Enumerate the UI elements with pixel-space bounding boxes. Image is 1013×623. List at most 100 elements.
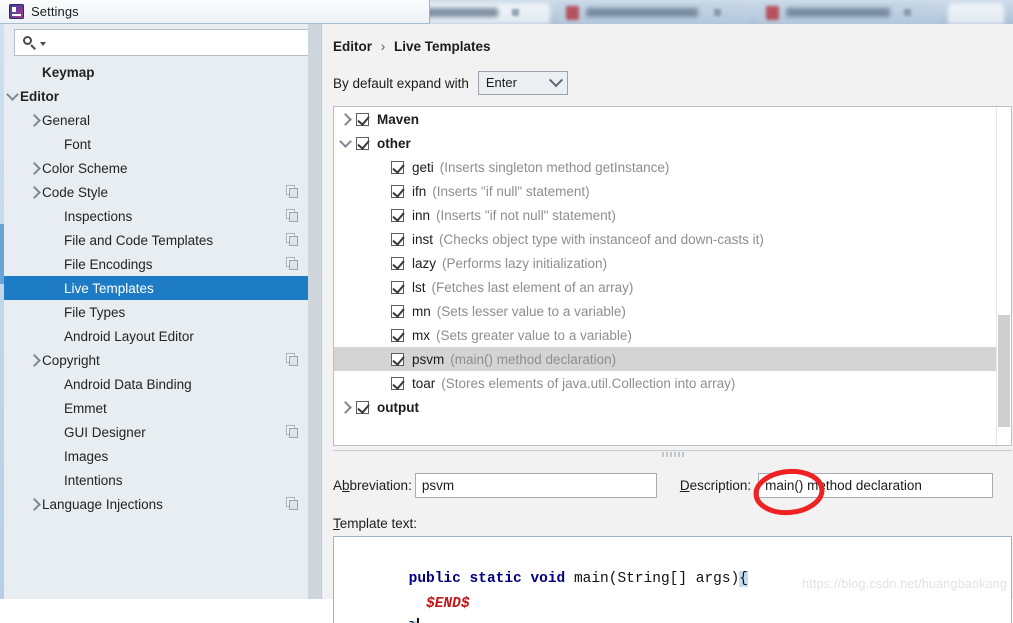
template-row-toar[interactable]: toar (Stores elements of java.util.Collec…: [334, 371, 1011, 395]
search-box[interactable]: [14, 29, 314, 56]
code-keywords: public static void: [408, 571, 574, 587]
template-checkbox[interactable]: [391, 256, 404, 270]
template-checkbox[interactable]: [356, 400, 369, 414]
sidebar-item-label: File Types: [64, 304, 126, 320]
sidebar-expander-placeholder: [48, 132, 64, 156]
template-row-lst[interactable]: lst (Fetches last element of an array): [334, 275, 1011, 299]
template-row-geti[interactable]: geti (Inserts singleton method getInstanc…: [334, 155, 1011, 179]
sidebar-item-label: Live Templates: [64, 280, 154, 296]
sidebar-item-color-scheme[interactable]: Color Scheme: [4, 156, 309, 180]
code-line: public static void main(String[] args){: [339, 542, 1011, 587]
copy-to-project-icon[interactable]: [286, 425, 299, 438]
template-abbreviation: mn: [412, 303, 431, 319]
template-checkbox[interactable]: [391, 208, 404, 222]
template-abbreviation: psvm: [412, 351, 445, 367]
template-checkbox[interactable]: [391, 304, 404, 318]
sidebar-item-android-layout-editor[interactable]: Android Layout Editor: [4, 324, 309, 348]
template-row-inst[interactable]: inst (Checks object type with instanceof …: [334, 227, 1011, 251]
settings-category-tree[interactable]: Keymap Editor General Font Color Scheme Code …: [4, 60, 309, 599]
sidebar-item-emmet[interactable]: Emmet: [4, 396, 309, 420]
template-group-expander[interactable]: [334, 135, 356, 148]
browser-tab-close-icon[interactable]: [714, 9, 721, 16]
sidebar-item-inspections[interactable]: Inspections: [4, 204, 309, 228]
scrollbar-thumb[interactable]: [998, 315, 1010, 427]
sidebar-expander[interactable]: [26, 108, 42, 132]
live-templates-tree[interactable]: Maven other geti (Inserts singleton method …: [334, 107, 1011, 419]
sidebar-item-keymap[interactable]: Keymap: [4, 60, 309, 84]
sidebar-expander[interactable]: [26, 492, 42, 516]
sidebar-scrollbar[interactable]: [308, 24, 321, 599]
browser-new-tab-button[interactable]: [948, 3, 1004, 24]
sidebar-item-gui-designer[interactable]: GUI Designer: [4, 420, 309, 444]
sidebar-expander[interactable]: [26, 180, 42, 204]
live-templates-tree-panel[interactable]: Maven other geti (Inserts singleton method …: [333, 106, 1012, 446]
chevron-down-icon: [548, 73, 563, 88]
browser-tab-close-icon[interactable]: [904, 9, 911, 16]
sidebar-item-font[interactable]: Font: [4, 132, 309, 156]
template-checkbox[interactable]: [356, 136, 369, 150]
sidebar-item-general[interactable]: General: [4, 108, 309, 132]
template-row-psvm[interactable]: psvm (main() method declaration): [334, 347, 1011, 371]
sidebar-expander-placeholder: [48, 300, 64, 324]
sidebar-item-code-style[interactable]: Code Style: [4, 180, 309, 204]
template-checkbox[interactable]: [391, 160, 404, 174]
template-row-inn[interactable]: inn (Inserts "if not null" statement): [334, 203, 1011, 227]
template-checkbox[interactable]: [391, 328, 404, 342]
abbreviation-input[interactable]: psvm: [414, 472, 657, 498]
sidebar-item-file-types[interactable]: File Types: [4, 300, 309, 324]
sidebar-item-file-and-code-templates[interactable]: File and Code Templates: [4, 228, 309, 252]
template-checkbox[interactable]: [391, 352, 404, 366]
code-open-brace: {: [739, 571, 748, 587]
sidebar-item-label: Color Scheme: [42, 160, 128, 176]
template-group-expander[interactable]: [334, 400, 356, 414]
template-tree-scrollbar[interactable]: [996, 107, 1011, 445]
copy-to-project-icon[interactable]: [286, 233, 299, 246]
template-checkbox[interactable]: [356, 112, 369, 126]
sidebar-expander[interactable]: [26, 348, 42, 372]
template-row-ifn[interactable]: ifn (Inserts "if null" statement): [334, 179, 1011, 203]
sidebar-expander[interactable]: [26, 156, 42, 180]
sidebar-item-android-data-binding[interactable]: Android Data Binding: [4, 372, 309, 396]
sidebar-item-copyright[interactable]: Copyright: [4, 348, 309, 372]
template-row-maven[interactable]: Maven: [334, 107, 1011, 131]
template-row-lazy[interactable]: lazy (Performs lazy initialization): [334, 251, 1011, 275]
template-abbreviation: lst: [412, 279, 426, 295]
sidebar-item-live-templates[interactable]: Live Templates: [4, 276, 309, 300]
code-end-variable: $END$: [426, 596, 470, 612]
template-abbreviation: Maven: [377, 111, 420, 127]
description-input[interactable]: main() method declaration: [758, 472, 994, 498]
sidebar-item-file-encodings[interactable]: File Encodings: [4, 252, 309, 276]
template-row-mn[interactable]: mn (Sets lesser value to a variable): [334, 299, 1011, 323]
template-abbreviation: inn: [412, 207, 431, 223]
template-checkbox[interactable]: [391, 184, 404, 198]
chevron-down-icon: [5, 88, 19, 101]
copy-to-project-icon[interactable]: [286, 353, 299, 366]
template-checkbox[interactable]: [391, 232, 404, 246]
template-abbreviation: lazy: [412, 255, 437, 271]
search-input[interactable]: [46, 35, 313, 50]
sidebar-item-label: Android Data Binding: [64, 376, 192, 392]
sidebar-item-images[interactable]: Images: [4, 444, 309, 468]
sidebar-item-editor[interactable]: Editor: [4, 84, 309, 108]
breadcrumb-parent[interactable]: Editor: [333, 39, 372, 54]
sidebar-item-label: Intentions: [64, 472, 123, 488]
browser-tab-close-icon[interactable]: [512, 9, 519, 16]
copy-to-project-icon[interactable]: [286, 209, 299, 222]
sidebar-expander-placeholder: [48, 444, 64, 468]
chevron-right-icon: [27, 185, 41, 199]
expand-with-dropdown[interactable]: Enter: [477, 71, 568, 95]
copy-to-project-icon[interactable]: [286, 185, 299, 198]
template-row-other[interactable]: other: [334, 131, 1011, 155]
copy-to-project-icon[interactable]: [286, 257, 299, 270]
template-checkbox[interactable]: [391, 376, 404, 390]
panel-splitter[interactable]: [333, 450, 1012, 459]
template-checkbox[interactable]: [391, 280, 404, 294]
sidebar-expander[interactable]: [4, 84, 20, 108]
sidebar-item-language-injections[interactable]: Language Injections: [4, 492, 309, 516]
template-row-output[interactable]: output: [334, 395, 1011, 419]
copy-to-project-icon[interactable]: [286, 497, 299, 510]
template-description: (Performs lazy initialization): [442, 255, 608, 271]
sidebar-item-intentions[interactable]: Intentions: [4, 468, 309, 492]
template-row-mx[interactable]: mx (Sets greater value to a variable): [334, 323, 1011, 347]
template-group-expander[interactable]: [334, 112, 356, 126]
